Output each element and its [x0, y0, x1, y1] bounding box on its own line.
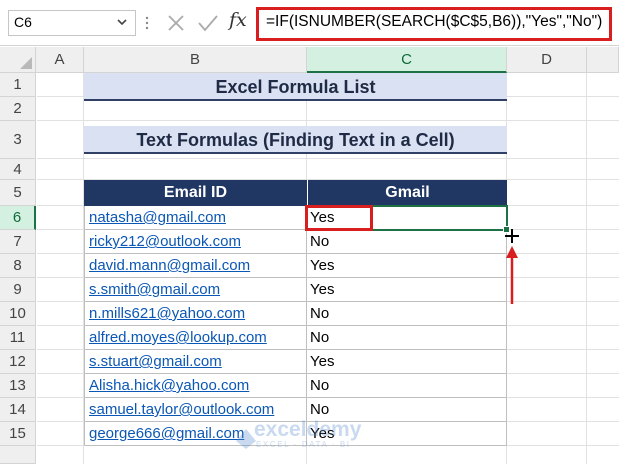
drag-handle-icon[interactable]: [144, 15, 150, 31]
row-header-4[interactable]: 4: [0, 159, 36, 180]
column-header-e[interactable]: [587, 47, 619, 73]
row-header-13[interactable]: 13: [0, 374, 36, 398]
select-all-triangle-icon: [20, 57, 32, 69]
gridline: [586, 73, 587, 464]
table-cell-email[interactable]: alfred.moyes@lookup.com: [84, 326, 307, 350]
table-header-gmail[interactable]: Gmail: [307, 180, 507, 206]
gridline: [37, 120, 619, 121]
row-header-3[interactable]: 3: [0, 121, 36, 159]
column-header-a[interactable]: A: [36, 47, 84, 73]
row-header-11[interactable]: 11: [0, 326, 36, 350]
row-header-16[interactable]: [0, 446, 36, 464]
cancel-icon[interactable]: [166, 13, 186, 33]
table-cell-email[interactable]: s.smith@gmail.com: [84, 278, 307, 302]
table-cell-email[interactable]: s.stuart@gmail.com: [84, 350, 307, 374]
fill-cursor-icon: [505, 229, 519, 243]
table-cell-gmail[interactable]: Yes: [307, 278, 507, 302]
row-header-14[interactable]: 14: [0, 398, 36, 422]
chevron-down-icon[interactable]: [116, 15, 128, 29]
row-header-2[interactable]: 2: [0, 97, 36, 121]
row-header-8[interactable]: 8: [0, 254, 36, 278]
watermark-subtitle: EXCEL · DATA · BI: [256, 440, 351, 449]
row-header-10[interactable]: 10: [0, 302, 36, 326]
table-cell-gmail[interactable]: No: [307, 230, 507, 254]
arrow-up-icon: [506, 246, 518, 304]
row-header-15[interactable]: 15: [0, 422, 36, 446]
highlight-box: [305, 205, 373, 231]
table-cell-email[interactable]: david.mann@gmail.com: [84, 254, 307, 278]
table-cell-gmail[interactable]: No: [307, 326, 507, 350]
table-header-email[interactable]: Email ID: [84, 180, 307, 206]
gridline: [37, 158, 619, 159]
row-header-7[interactable]: 7: [0, 230, 36, 254]
row-header-6[interactable]: 6: [0, 206, 36, 230]
table-cell-gmail[interactable]: Yes: [307, 254, 507, 278]
table-cell-email[interactable]: n.mills621@yahoo.com: [84, 302, 307, 326]
column-header-d[interactable]: D: [507, 47, 587, 73]
table-cell-email[interactable]: natasha@gmail.com: [84, 206, 307, 230]
column-header-c[interactable]: C: [307, 47, 507, 73]
column-header-b[interactable]: B: [84, 47, 307, 73]
sheet-subtitle[interactable]: Text Formulas (Finding Text in a Cell): [84, 126, 507, 154]
table-cell-gmail[interactable]: No: [307, 374, 507, 398]
row-header-5[interactable]: 5: [0, 180, 36, 206]
row-header-1[interactable]: 1: [0, 73, 36, 97]
table-cell-email[interactable]: Alisha.hick@yahoo.com: [84, 374, 307, 398]
table-cell-gmail[interactable]: Yes: [307, 350, 507, 374]
fx-icon[interactable]: fx: [229, 9, 247, 31]
row-header-9[interactable]: 9: [0, 278, 36, 302]
formula-text: =IF(ISNUMBER(SEARCH($C$5,B6)),"Yes","No"…: [266, 13, 603, 30]
row-header-12[interactable]: 12: [0, 350, 36, 374]
watermark-title: exceldemy: [254, 418, 362, 441]
name-box-value: C6: [14, 14, 32, 30]
table-cell-email[interactable]: ricky212@outlook.com: [84, 230, 307, 254]
sheet-title[interactable]: Excel Formula List: [84, 73, 507, 101]
enter-icon[interactable]: [197, 13, 219, 33]
table-cell-gmail[interactable]: No: [307, 302, 507, 326]
